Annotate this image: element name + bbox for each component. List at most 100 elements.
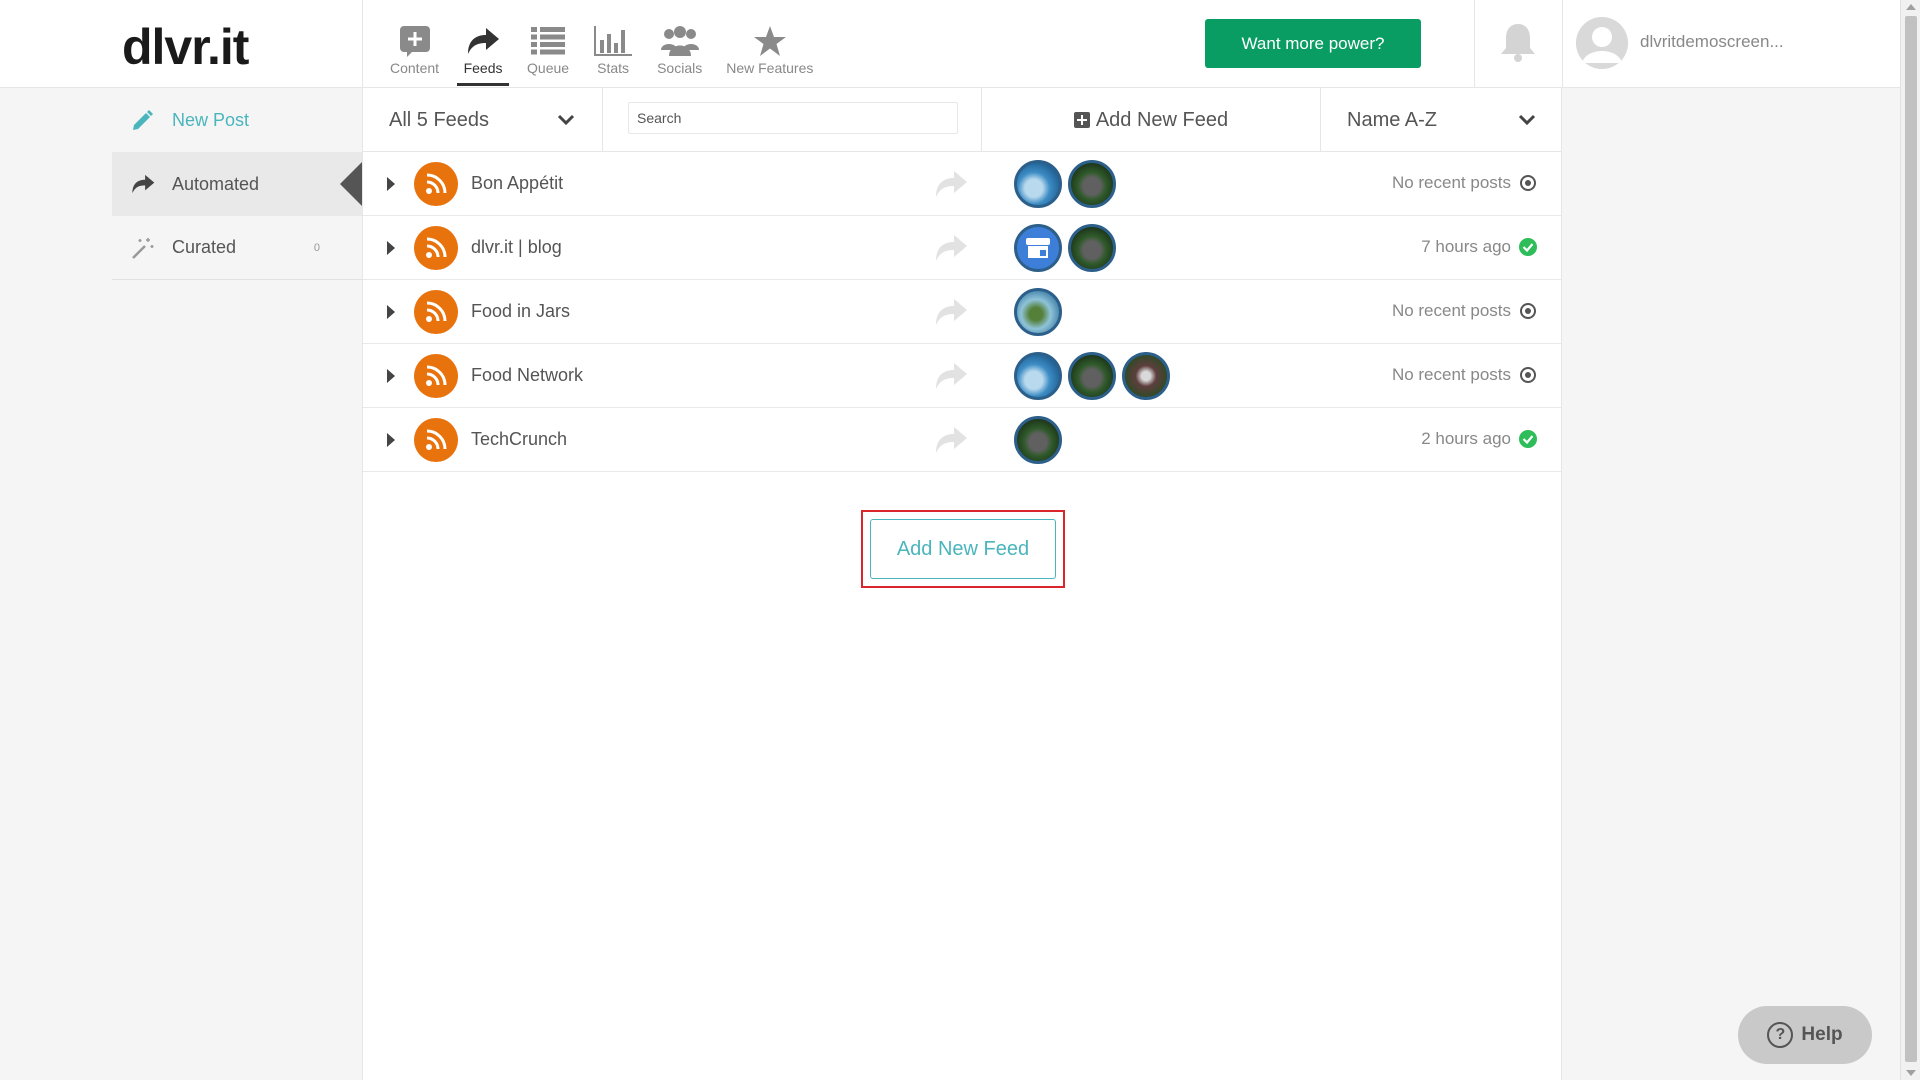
users-icon (660, 24, 700, 58)
user-divider (1562, 0, 1563, 88)
scrollbar-thumb[interactable] (1905, 16, 1917, 1062)
bar-chart-icon (593, 24, 633, 58)
scrollbar[interactable] (1900, 0, 1920, 1080)
target-icon (1519, 366, 1537, 384)
social-accounts (1014, 224, 1122, 272)
list-icon (528, 24, 568, 58)
nav-feeds-label: Feeds (463, 60, 503, 76)
magic-wand-icon (130, 235, 156, 261)
social-accounts (1014, 352, 1176, 400)
feed-name: dlvr.it | blog (471, 237, 562, 257)
social-avatar[interactable] (1122, 352, 1170, 400)
sidebar-item-label: New Post (172, 109, 250, 130)
social-avatar[interactable] (1068, 352, 1116, 400)
nav-stats[interactable]: Stats (581, 0, 645, 88)
avatar[interactable] (1576, 17, 1628, 69)
rss-icon (414, 162, 458, 206)
expand-caret-icon[interactable] (387, 177, 395, 191)
share-arrow-icon[interactable] (931, 425, 971, 455)
question-icon: ? (1767, 1022, 1794, 1048)
expand-caret-icon[interactable] (387, 433, 395, 447)
sidebar-item-automated[interactable]: Automated (112, 152, 362, 216)
search-input[interactable] (628, 102, 958, 134)
feed-status-text: No recent posts (1391, 365, 1511, 384)
social-avatar[interactable] (1068, 160, 1116, 208)
sidebar-item-curated[interactable]: Curated 0 (112, 216, 362, 280)
social-avatar[interactable] (1014, 352, 1062, 400)
scroll-down-icon[interactable] (1906, 1070, 1916, 1076)
nav-new-features-label: New Features (726, 60, 814, 76)
share-arrow-icon[interactable] (931, 297, 971, 327)
nav-queue-label: Queue (527, 60, 570, 76)
sort-label: Name A-Z (1347, 108, 1438, 131)
rss-icon (414, 418, 458, 462)
sort-dropdown[interactable]: Name A-Z (1321, 88, 1563, 152)
target-icon (1519, 174, 1537, 192)
nav-stats-label: Stats (597, 60, 630, 76)
social-accounts (1014, 288, 1068, 336)
bell-divider (1474, 0, 1475, 88)
pencil-icon (130, 107, 156, 133)
nav-divider (362, 0, 363, 88)
feed-status: 7 hours ago (1421, 237, 1537, 257)
add-new-feed-button[interactable]: Add New Feed (870, 519, 1056, 579)
scroll-up-icon[interactable] (1906, 4, 1916, 10)
feed-status: No recent posts (1392, 173, 1537, 193)
add-new-feed-link[interactable]: Add New Feed (981, 88, 1321, 152)
feed-name: Food Network (471, 365, 584, 385)
social-avatar[interactable] (1014, 160, 1062, 208)
rss-icon (414, 290, 458, 334)
feed-name: Food in Jars (471, 301, 571, 321)
share-arrow-icon[interactable] (931, 233, 971, 263)
feed-status: 2 hours ago (1421, 429, 1537, 449)
top-header: dlvr.it Content Feeds Queue Stats Social… (0, 0, 1900, 88)
expand-caret-icon[interactable] (387, 241, 395, 255)
store-icon[interactable] (1014, 224, 1062, 272)
feed-row[interactable]: dlvr.it | blog 7 hours ago (363, 216, 1561, 280)
rss-icon (414, 354, 458, 398)
feed-status-text: No recent posts (1391, 173, 1511, 192)
feed-filter-label: All 5 Feeds (389, 108, 490, 131)
social-avatar[interactable] (1068, 224, 1116, 272)
feed-row[interactable]: Bon Appétit No recent posts (363, 152, 1561, 216)
social-avatar[interactable] (1014, 416, 1062, 464)
share-arrow-icon[interactable] (931, 361, 971, 391)
bell-icon[interactable] (1496, 20, 1540, 64)
expand-caret-icon[interactable] (387, 369, 395, 383)
social-accounts (1014, 160, 1122, 208)
feed-filter-dropdown[interactable]: All 5 Feeds (363, 88, 603, 152)
logo[interactable]: dlvr.it (122, 18, 249, 76)
nav-content[interactable]: Content (378, 0, 451, 88)
curated-count-badge: 0 (313, 241, 320, 254)
sidebar-item-new-post[interactable]: New Post (112, 88, 362, 152)
main-panel: All 5 Feeds Add New Feed Name A-Z Bon Ap… (362, 88, 1562, 1080)
share-arrow-icon (463, 24, 503, 58)
nav-new-features[interactable]: New Features (714, 0, 825, 88)
share-arrow-icon[interactable] (931, 169, 971, 199)
nav-socials[interactable]: Socials (645, 0, 714, 88)
sidebar-item-label: Curated (172, 237, 237, 257)
plus-square-icon (1073, 112, 1090, 128)
want-more-power-button[interactable]: Want more power? (1205, 19, 1421, 68)
help-button[interactable]: ? Help (1738, 1006, 1872, 1064)
help-label: Help (1801, 1024, 1843, 1045)
nav-content-label: Content (390, 60, 440, 76)
star-icon (750, 24, 790, 58)
feed-row[interactable]: Food Network No recent posts (363, 344, 1561, 408)
feed-row[interactable]: TechCrunch 2 hours ago (363, 408, 1561, 472)
plus-square-icon (395, 24, 435, 58)
feed-name: TechCrunch (471, 429, 568, 449)
expand-caret-icon[interactable] (387, 305, 395, 319)
nav-feeds[interactable]: Feeds (451, 0, 515, 88)
feed-row[interactable]: Food in Jars No recent posts (363, 280, 1561, 344)
check-circle-icon (1519, 430, 1537, 448)
social-accounts (1014, 416, 1068, 464)
social-avatar[interactable] (1014, 288, 1062, 336)
target-icon (1519, 302, 1537, 320)
nav-socials-label: Socials (657, 60, 703, 76)
feed-status: No recent posts (1392, 365, 1537, 385)
feed-status: No recent posts (1392, 301, 1537, 321)
nav-queue[interactable]: Queue (515, 0, 581, 88)
chevron-down-icon (1517, 110, 1537, 136)
username[interactable]: dlvritdemoscreen... (1640, 32, 1790, 52)
